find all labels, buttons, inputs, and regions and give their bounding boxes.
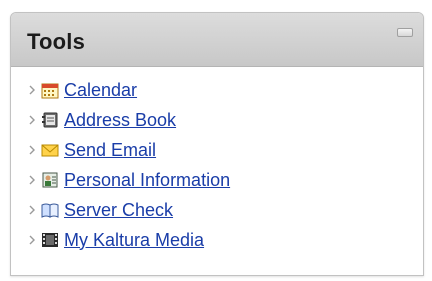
chevron-right-icon [29,175,35,185]
envelope-icon [41,144,59,157]
chevron-right-icon [29,235,35,245]
chevron-right-icon [29,115,35,125]
panel-title: Tools [27,29,86,54]
send-email-link[interactable]: Send Email [64,140,156,161]
address-book-link[interactable]: Address Book [64,110,176,131]
list-item-calendar: Calendar [27,75,423,105]
list-item-send-email: Send Email [27,135,423,165]
list-item-personal-information: Personal Information [27,165,423,195]
film-icon [42,233,58,247]
list-item-address-book: Address Book [27,105,423,135]
my-kaltura-media-link[interactable]: My Kaltura Media [64,230,204,251]
server-check-link[interactable]: Server Check [64,200,173,221]
chevron-right-icon [29,85,35,95]
calendar-icon [41,83,59,99]
address-book-icon [42,112,58,128]
tools-list: Calendar Address Book Send Email Persona… [11,67,423,255]
personal-information-icon [42,172,58,188]
chevron-right-icon [29,205,35,215]
list-item-server-check: Server Check [27,195,423,225]
calendar-link[interactable]: Calendar [64,80,137,101]
book-icon [41,203,59,218]
chevron-right-icon [29,145,35,155]
collapse-button[interactable] [397,28,413,37]
personal-information-link[interactable]: Personal Information [64,170,230,191]
list-item-my-kaltura-media: My Kaltura Media [27,225,423,255]
tools-panel: Tools Calendar Address Book Send Email P… [10,12,424,276]
panel-header: Tools [11,13,423,67]
